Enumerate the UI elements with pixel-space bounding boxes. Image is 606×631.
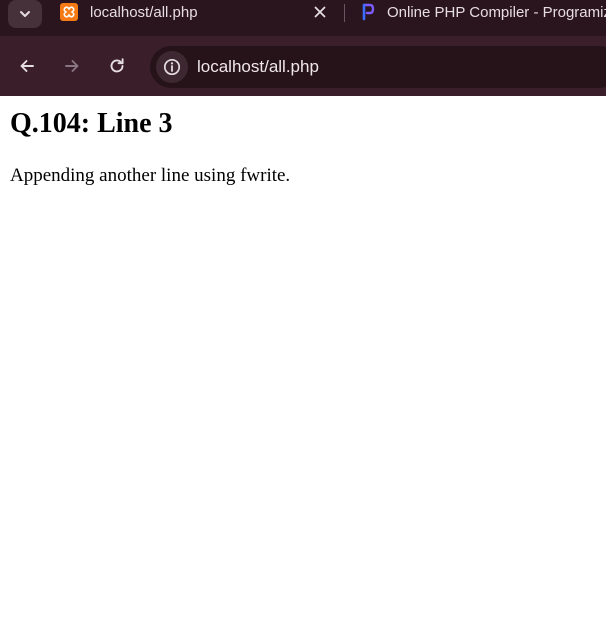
site-info-button[interactable]: [156, 51, 188, 83]
page-paragraph: Appending another line using fwrite.: [10, 165, 291, 186]
tab-programiz[interactable]: Online PHP Compiler - Programiz: [350, 0, 606, 36]
tab-title: Online PHP Compiler - Programiz: [387, 4, 606, 21]
forward-button[interactable]: [60, 54, 84, 78]
address-bar[interactable]: localhost/all.php: [150, 46, 606, 88]
tab-search-button[interactable]: [8, 0, 42, 28]
url-text[interactable]: localhost/all.php: [197, 57, 319, 77]
arrow-left-icon: [20, 60, 34, 72]
tab-close-button[interactable]: [312, 4, 328, 20]
xampp-icon: [60, 3, 78, 21]
toolbar: localhost/all.php: [0, 38, 606, 96]
chevron-down-icon: [20, 11, 30, 17]
page-content: Q.104: Line 3 Appending another line usi…: [0, 96, 606, 631]
info-icon: [163, 58, 181, 76]
back-button[interactable]: [15, 54, 39, 78]
arrow-right-icon: [65, 60, 79, 72]
close-icon: [314, 6, 326, 18]
reload-button[interactable]: [105, 54, 129, 78]
tab-title: localhost/all.php: [90, 4, 198, 21]
tab-strip: localhost/all.php Online PHP Compiler - …: [0, 0, 606, 36]
tab-localhost[interactable]: localhost/all.php: [48, 0, 340, 36]
browser-chrome: localhost/all.php Online PHP Compiler - …: [0, 0, 606, 96]
programiz-icon: [362, 3, 375, 21]
tab-separator: [344, 4, 345, 22]
page-heading: Q.104: Line 3: [10, 108, 173, 139]
reload-icon: [110, 58, 124, 73]
